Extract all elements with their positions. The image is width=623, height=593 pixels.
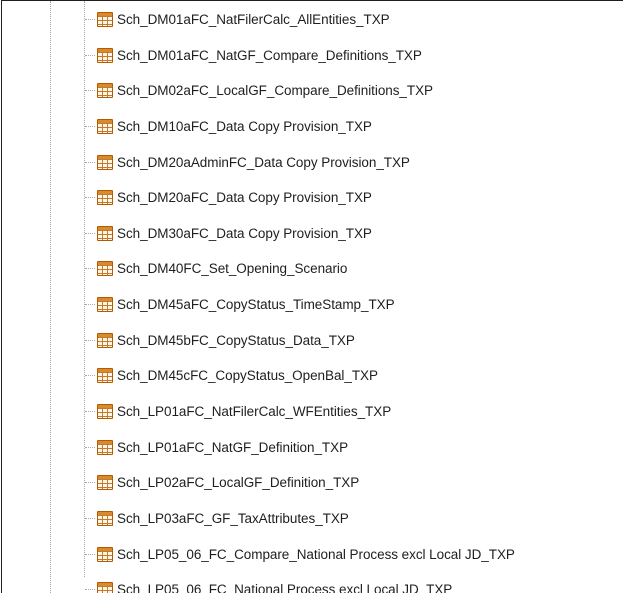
tree-view-panel: Sch_DM01aFC_NatFilerCalc_AllEntities_TXP… [0, 0, 623, 593]
tree-item-label: Sch_DM45aFC_CopyStatus_TimeStamp_TXP [117, 297, 395, 313]
tree-connector [85, 339, 95, 341]
tree-list: Sch_DM01aFC_NatFilerCalc_AllEntities_TXP… [0, 2, 623, 593]
panel-top-border [1, 0, 623, 1]
tree-connector [85, 161, 95, 163]
tree-item-label: Sch_LP05_06_FC_National Process excl Loc… [117, 582, 453, 593]
tree-connector [85, 197, 95, 199]
tree-connector [85, 446, 95, 448]
table-icon [97, 225, 113, 241]
tree-item[interactable]: Sch_DM40FC_Set_Opening_Scenario [0, 251, 623, 287]
table-icon [97, 368, 113, 384]
table-icon [97, 261, 113, 277]
tree-connector [85, 411, 95, 413]
tree-item-label: Sch_DM40FC_Set_Opening_Scenario [117, 261, 348, 277]
table-icon [97, 332, 113, 348]
tree-connector [85, 482, 95, 484]
table-icon [97, 297, 113, 313]
tree-item-label: Sch_DM01aFC_NatGF_Compare_Definitions_TX… [117, 47, 422, 63]
table-icon [97, 118, 113, 134]
table-icon [97, 475, 113, 491]
tree-item[interactable]: Sch_DM20aFC_Data Copy Provision_TXP [0, 180, 623, 216]
tree-item[interactable]: Sch_LP01aFC_NatFilerCalc_WFEntities_TXP [0, 394, 623, 430]
tree-item[interactable]: Sch_DM01aFC_NatGF_Compare_Definitions_TX… [0, 38, 623, 74]
tree-item-label: Sch_DM45bFC_CopyStatus_Data_TXP [117, 332, 355, 348]
tree-item-label: Sch_DM02aFC_LocalGF_Compare_Definitions_… [117, 83, 433, 99]
tree-connector [85, 304, 95, 306]
tree-item-label: Sch_DM45cFC_CopyStatus_OpenBal_TXP [117, 368, 378, 384]
tree-item-label: Sch_LP03aFC_GF_TaxAttributes_TXP [117, 510, 349, 526]
tree-connector [85, 517, 95, 519]
tree-item-label: Sch_LP01aFC_NatFilerCalc_WFEntities_TXP [117, 404, 392, 420]
tree-item[interactable]: Sch_LP05_06_FC_National Process excl Loc… [0, 572, 623, 593]
tree-item-label: Sch_LP05_06_FC_Compare_National Process … [117, 546, 515, 562]
tree-item[interactable]: Sch_DM45bFC_CopyStatus_Data_TXP [0, 323, 623, 359]
tree-item-label: Sch_DM01aFC_NatFilerCalc_AllEntities_TXP [117, 12, 390, 27]
tree-item-label: Sch_DM10aFC_Data Copy Provision_TXP [117, 118, 372, 134]
tree-item-label: Sch_LP02aFC_LocalGF_Definition_TXP [117, 475, 360, 491]
table-icon [97, 439, 113, 455]
tree-connector [85, 125, 95, 127]
table-icon [97, 12, 113, 27]
tree-item[interactable]: Sch_LP02aFC_LocalGF_Definition_TXP [0, 465, 623, 501]
tree-item[interactable]: Sch_DM01aFC_NatFilerCalc_AllEntities_TXP [0, 2, 623, 38]
tree-item-label: Sch_LP01aFC_NatGF_Definition_TXP [117, 439, 349, 455]
tree-connector [85, 19, 95, 20]
table-icon [97, 190, 113, 206]
table-icon [97, 83, 113, 99]
tree-connector [85, 232, 95, 234]
tree-connector [85, 553, 95, 555]
tree-item[interactable]: Sch_DM45cFC_CopyStatus_OpenBal_TXP [0, 358, 623, 394]
tree-connector [85, 90, 95, 92]
tree-item[interactable]: Sch_DM30aFC_Data Copy Provision_TXP [0, 216, 623, 252]
tree-item[interactable]: Sch_DM45aFC_CopyStatus_TimeStamp_TXP [0, 287, 623, 323]
table-icon [97, 154, 113, 170]
tree-item[interactable]: Sch_LP03aFC_GF_TaxAttributes_TXP [0, 501, 623, 537]
tree-connector [85, 268, 95, 270]
tree-connector [85, 375, 95, 377]
tree-item[interactable]: Sch_DM02aFC_LocalGF_Compare_Definitions_… [0, 73, 623, 109]
tree-item-label: Sch_DM30aFC_Data Copy Provision_TXP [117, 225, 372, 241]
tree-item[interactable]: Sch_DM10aFC_Data Copy Provision_TXP [0, 109, 623, 145]
table-icon [97, 582, 113, 593]
tree-item-label: Sch_DM20aFC_Data Copy Provision_TXP [117, 190, 372, 206]
table-icon [97, 546, 113, 562]
tree-item[interactable]: Sch_DM20aAdminFC_Data Copy Provision_TXP [0, 145, 623, 181]
table-icon [97, 510, 113, 526]
tree-item-label: Sch_DM20aAdminFC_Data Copy Provision_TXP [117, 154, 410, 170]
tree-item[interactable]: Sch_LP05_06_FC_Compare_National Process … [0, 537, 623, 573]
table-icon [97, 47, 113, 63]
tree-item[interactable]: Sch_LP01aFC_NatGF_Definition_TXP [0, 430, 623, 466]
table-icon [97, 404, 113, 420]
tree-connector [85, 589, 95, 591]
tree-connector [85, 54, 95, 56]
